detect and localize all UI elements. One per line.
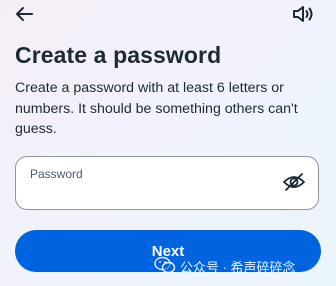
wechat-icon bbox=[154, 256, 176, 277]
page-description: Create a password with at least 6 letter… bbox=[15, 80, 298, 137]
back-button[interactable] bbox=[12, 6, 36, 26]
show-password-button[interactable] bbox=[282, 172, 306, 196]
watermark-text: 公众号 · 希声碎碎念 bbox=[180, 260, 296, 275]
watermark: 公众号 · 希声碎碎念 bbox=[154, 256, 296, 277]
arrow-left-icon bbox=[14, 6, 34, 27]
password-field-label: Password bbox=[30, 167, 83, 181]
eye-slash-icon bbox=[282, 172, 306, 197]
password-field[interactable]: Password bbox=[15, 156, 319, 210]
sound-toggle-button[interactable] bbox=[290, 5, 316, 27]
page-title: Create a password bbox=[15, 42, 222, 68]
speaker-volume-icon bbox=[291, 4, 315, 29]
password-input[interactable] bbox=[29, 185, 269, 203]
